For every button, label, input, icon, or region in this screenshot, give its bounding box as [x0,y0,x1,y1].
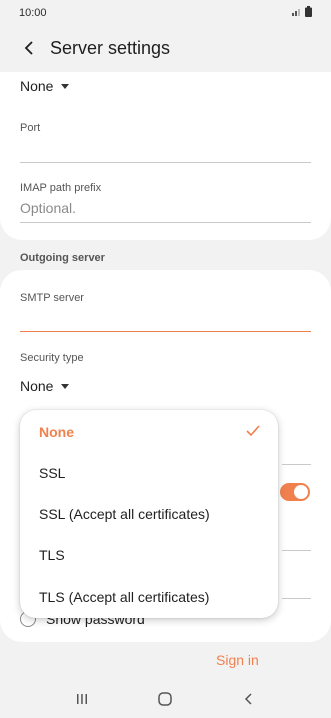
security-type-value: None [20,378,54,394]
signal-icon [292,7,302,19]
smtp-server-underline [20,331,311,332]
field-underline-partial [282,464,311,465]
field-underline-partial [282,550,311,551]
field-underline-partial [282,598,311,599]
toggle-knob [294,485,308,499]
battery-icon [305,6,312,20]
security-type-dropdown: None SSL SSL (Accept all certificates) T… [20,410,278,618]
recents-icon[interactable] [70,687,94,711]
dropdown-option-tls-accept-all[interactable]: TLS (Accept all certificates) [39,589,209,605]
nav-back-icon[interactable] [237,687,261,711]
app-bar: Server settings [0,30,331,66]
imap-prefix-label: IMAP path prefix [20,182,102,194]
incoming-security-select[interactable]: None [20,78,70,94]
home-icon[interactable] [153,687,177,711]
imap-prefix-underline [20,222,311,223]
status-icons [292,6,312,20]
dropdown-option-none[interactable]: None [39,424,74,440]
navigation-bar [0,680,331,718]
port-label: Port [20,122,41,134]
security-type-select[interactable]: None [20,378,70,394]
status-time: 10:00 [19,7,47,19]
dropdown-caret-icon [61,383,70,389]
imap-prefix-input[interactable]: Optional. [20,200,76,216]
outgoing-section-header: Outgoing server [20,252,105,264]
incoming-server-card: None Port IMAP path prefix Optional. [0,72,331,240]
dropdown-option-tls[interactable]: TLS [39,547,65,563]
sign-in-button[interactable]: Sign in [216,652,259,668]
page-title: Server settings [50,37,171,58]
port-underline [20,162,311,163]
check-icon [244,422,262,440]
incoming-security-value: None [20,78,54,94]
dropdown-caret-icon [61,83,70,89]
toggle-switch[interactable] [280,483,310,501]
smtp-server-label: SMTP server [20,292,84,304]
dropdown-option-ssl[interactable]: SSL [39,465,65,481]
security-type-label: Security type [20,352,84,364]
dropdown-option-ssl-accept-all[interactable]: SSL (Accept all certificates) [39,506,210,522]
back-arrow-icon[interactable] [18,37,40,59]
